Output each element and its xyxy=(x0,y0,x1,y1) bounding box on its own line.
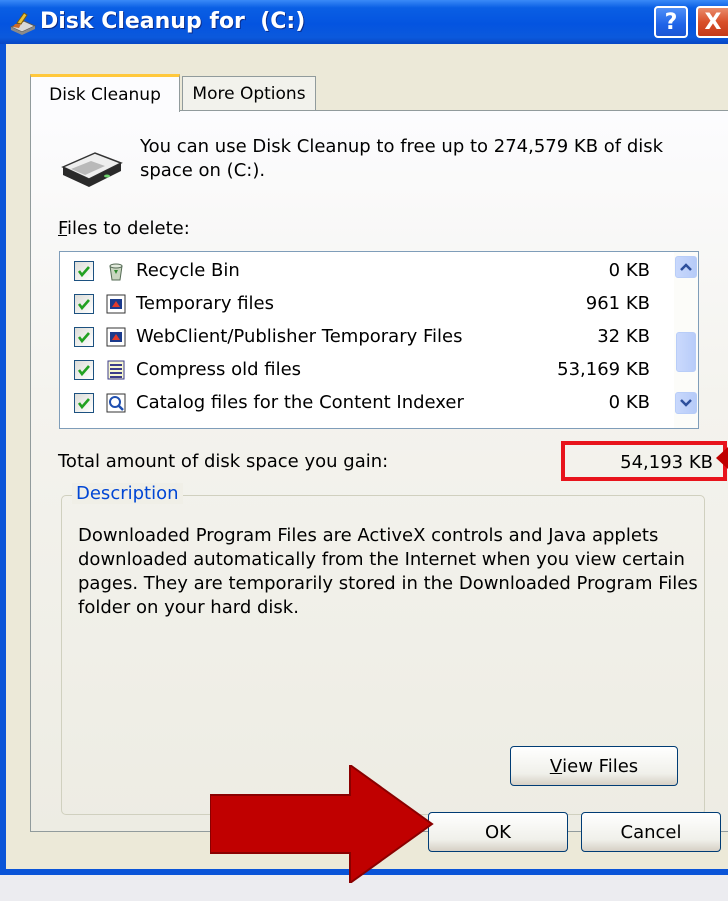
disk-cleanup-icon xyxy=(9,12,37,35)
intro-text: You can use Disk Cleanup to free up to 2… xyxy=(140,136,664,181)
ok-button[interactable]: OK xyxy=(428,812,568,852)
checkbox[interactable] xyxy=(74,359,94,380)
total-gain-value-highlight: 54,193 KB xyxy=(561,441,727,481)
hard-drive-icon xyxy=(61,152,123,187)
checkmark-icon xyxy=(77,298,90,310)
disk-cleanup-window: Disk Cleanup for (C:) ? X Disk Cleanup M… xyxy=(0,0,728,875)
checkbox[interactable] xyxy=(74,326,94,347)
item-size: 0 KB xyxy=(608,392,650,413)
compress-icon xyxy=(107,360,125,379)
files-label-rest: iles to delete: xyxy=(67,218,190,239)
close-icon: X xyxy=(704,9,722,35)
tab-disk-cleanup[interactable]: Disk Cleanup xyxy=(30,74,180,112)
description-text: Downloaded Program Files are ActiveX con… xyxy=(78,525,698,618)
checkbox[interactable] xyxy=(74,260,94,281)
title-bar[interactable]: Disk Cleanup for (C:) ? X xyxy=(0,0,728,44)
description-title: Description xyxy=(72,483,183,504)
files-list[interactable]: Recycle Bin 0 KB Temporary files 961 KB … xyxy=(59,251,699,429)
vertical-scrollbar[interactable] xyxy=(674,252,698,428)
checkbox[interactable] xyxy=(74,293,94,314)
cancel-button[interactable]: Cancel xyxy=(581,812,721,852)
files-label-mnemonic: F xyxy=(58,218,68,239)
tab-panel: You can use Disk Cleanup to free up to 2… xyxy=(30,110,728,832)
view-files-mnemonic: V xyxy=(549,755,563,777)
total-gain-value: 54,193 KB xyxy=(620,452,713,473)
files-to-delete-label: Files to delete: xyxy=(58,218,190,239)
list-item[interactable]: Catalog files for the Content Indexer 0 … xyxy=(60,386,660,419)
dialog-client-area: Disk Cleanup More Options You can use Di… xyxy=(6,44,728,869)
item-name: Catalog files for the Content Indexer xyxy=(136,392,464,413)
list-item[interactable]: Temporary files 961 KB xyxy=(60,287,660,320)
item-name: Recycle Bin xyxy=(136,260,240,281)
checkmark-icon xyxy=(77,265,90,277)
temp-file-icon xyxy=(106,294,126,313)
recycle-bin-icon xyxy=(109,263,123,280)
list-item[interactable]: Recycle Bin 0 KB xyxy=(60,254,660,287)
red-pointer-icon xyxy=(716,447,728,469)
item-size: 32 KB xyxy=(597,326,650,347)
item-name: Compress old files xyxy=(136,359,302,380)
view-files-button[interactable]: View Files xyxy=(510,746,678,786)
scroll-down-button[interactable] xyxy=(675,392,697,414)
help-button[interactable]: ? xyxy=(654,6,688,38)
red-arrow-icon xyxy=(210,765,434,883)
checkbox[interactable] xyxy=(74,392,94,413)
checkmark-icon xyxy=(77,364,90,376)
view-files-label: iew Files xyxy=(562,755,639,777)
scroll-up-button[interactable] xyxy=(675,256,697,278)
list-item[interactable]: WebClient/Publisher Temporary Files 32 K… xyxy=(60,320,660,353)
catalog-search-icon xyxy=(106,393,126,412)
list-item[interactable]: Compress old files 53,169 KB xyxy=(60,353,660,386)
item-name: WebClient/Publisher Temporary Files xyxy=(136,326,463,347)
chevron-up-icon xyxy=(680,263,692,271)
checkmark-icon xyxy=(77,397,90,409)
item-size: 961 KB xyxy=(585,293,650,314)
temp-file-icon xyxy=(106,327,126,346)
total-gain-label: Total amount of disk space you gain: xyxy=(58,451,389,472)
help-icon: ? xyxy=(664,9,678,35)
item-size: 0 KB xyxy=(608,260,650,281)
window-title: Disk Cleanup for (C:) xyxy=(40,9,306,34)
item-size: 53,169 KB xyxy=(557,359,650,380)
checkmark-icon xyxy=(77,331,90,343)
tab-more-options[interactable]: More Options xyxy=(182,76,316,110)
item-name: Temporary files xyxy=(136,293,274,314)
close-button[interactable]: X xyxy=(696,6,728,38)
chevron-down-icon xyxy=(680,399,692,407)
scroll-thumb[interactable] xyxy=(676,332,696,372)
